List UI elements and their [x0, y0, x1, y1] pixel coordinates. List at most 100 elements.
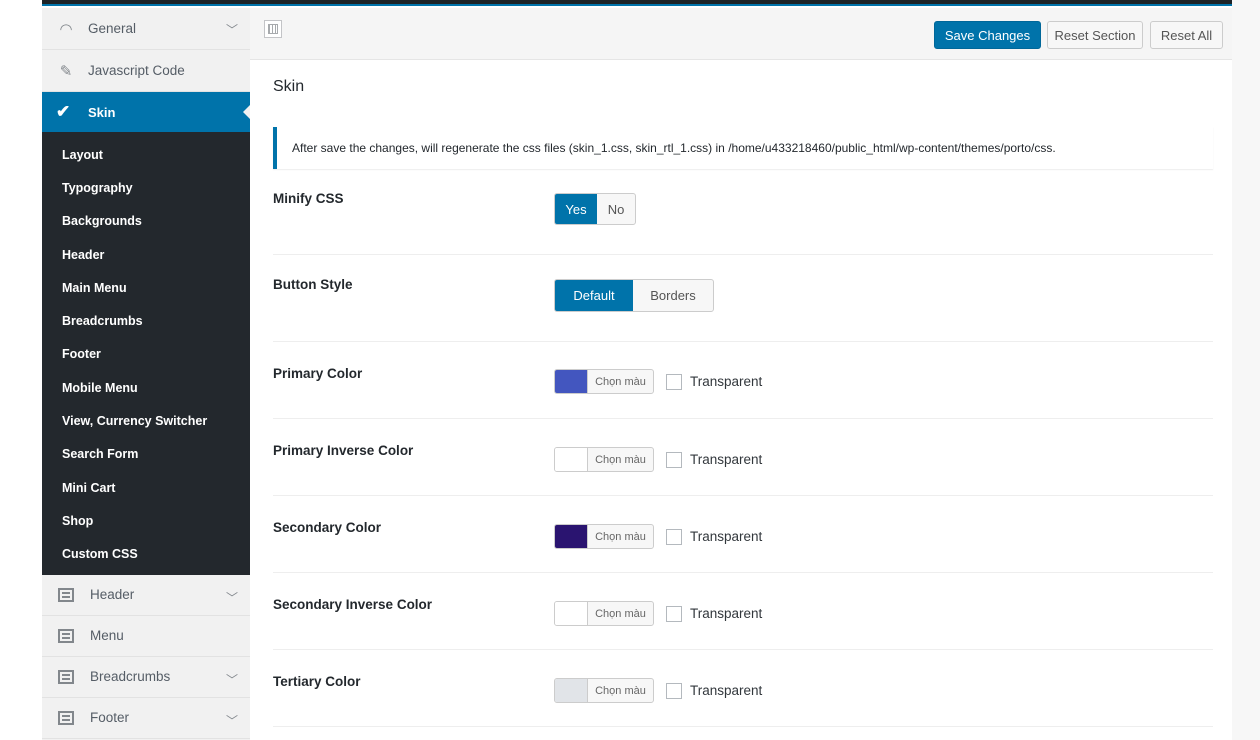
pick-color-label: Chọn màu	[587, 679, 653, 702]
submenu-item-breadcrumbs[interactable]: Breadcrumbs	[42, 304, 250, 337]
color-picker: Chọn màu Transparent	[554, 601, 762, 626]
color-picker: Chọn màu Transparent	[554, 678, 762, 703]
color-picker-button[interactable]: Chọn màu	[554, 601, 654, 626]
color-picker-button[interactable]: Chọn màu	[554, 447, 654, 472]
panel-icon	[58, 587, 74, 602]
color-swatch	[555, 679, 587, 702]
color-picker-button[interactable]: Chọn màu	[554, 524, 654, 549]
submenu-item-shop[interactable]: Shop	[42, 504, 250, 537]
info-notice: After save the changes, will regenerate …	[273, 127, 1213, 169]
submenu-item-layout[interactable]: Layout	[42, 138, 250, 171]
setting-row-tertiary-color: Tertiary Color Chọn màu Transparent	[273, 650, 1213, 727]
submenu-item-backgrounds[interactable]: Backgrounds	[42, 205, 250, 238]
setting-row-secondary-color: Secondary Color Chọn màu Transparent	[273, 496, 1213, 573]
transparent-checkbox[interactable]	[666, 451, 682, 468]
gauge-icon: ◠	[59, 20, 73, 38]
sidebar-item-javascript-code[interactable]: ✎ Javascript Code	[42, 50, 250, 92]
pick-color-label: Chọn màu	[587, 370, 653, 393]
sidebar-item-label: Footer	[90, 710, 130, 726]
transparent-label: Transparent	[690, 683, 763, 698]
submenu-item-footer[interactable]: Footer	[42, 338, 250, 371]
submenu-item-main-menu[interactable]: Main Menu	[42, 271, 250, 304]
left-gutter	[0, 0, 42, 740]
options-sidebar: ◠ General ﹀ ✎ Javascript Code ✔ Skin Lay…	[42, 8, 250, 740]
submenu-item-header[interactable]: Header	[42, 238, 250, 271]
submenu-item-mobile-menu[interactable]: Mobile Menu	[42, 371, 250, 404]
section-title: Skin	[273, 78, 305, 95]
toggle-no-option[interactable]: No	[597, 194, 635, 224]
color-swatch	[555, 448, 587, 471]
admin-top-bar	[42, 0, 1232, 6]
sidebar-item-label: Skin	[88, 104, 116, 120]
right-gutter	[1232, 0, 1260, 740]
chevron-down-icon[interactable]: ﹀	[226, 589, 238, 606]
setting-label: Primary Color	[273, 366, 363, 381]
pick-color-label: Chọn màu	[587, 448, 653, 471]
setting-row-button-style: Button Style Default Borders	[273, 255, 1213, 342]
color-picker: Chọn màu Transparent	[554, 447, 762, 472]
minify-css-toggle: Yes No	[554, 193, 636, 225]
chevron-down-icon[interactable]: ﹀	[226, 712, 238, 729]
sidebar-item-footer[interactable]: Footer ﹀	[42, 698, 250, 739]
button-style-toggle: Default Borders	[554, 279, 714, 312]
reset-section-button[interactable]: Reset Section	[1047, 21, 1143, 49]
panel-icon	[58, 669, 74, 684]
transparent-checkbox[interactable]	[666, 682, 682, 699]
submenu-item-view-currency-switcher[interactable]: View, Currency Switcher	[42, 404, 250, 437]
chevron-down-icon[interactable]: ﹀	[226, 21, 238, 38]
setting-label: Primary Inverse Color	[273, 443, 414, 458]
transparent-label: Transparent	[690, 606, 763, 621]
color-picker-button[interactable]: Chọn màu	[554, 678, 654, 703]
transparent-checkbox[interactable]	[666, 528, 682, 545]
sidebar-item-breadcrumbs[interactable]: Breadcrumbs ﹀	[42, 657, 250, 698]
sidebar-item-label: Header	[90, 587, 135, 603]
pick-color-label: Chọn màu	[587, 525, 653, 548]
panel-icon	[58, 710, 74, 725]
setting-row-secondary-inverse-color: Secondary Inverse Color Chọn màu Transpa…	[273, 573, 1213, 650]
options-main-panel: Save Changes Reset Section Reset All Ski…	[250, 8, 1232, 740]
setting-label: Secondary Inverse Color	[273, 597, 433, 612]
setting-label: Tertiary Color	[273, 674, 361, 689]
color-picker: Chọn màu Transparent	[554, 524, 762, 549]
sidebar-item-general[interactable]: ◠ General ﹀	[42, 8, 250, 50]
sidebar-item-label: Javascript Code	[88, 63, 185, 78]
color-picker-button[interactable]: Chọn màu	[554, 369, 654, 394]
sidebar-item-header[interactable]: Header ﹀	[42, 575, 250, 616]
active-indicator	[243, 105, 250, 119]
setting-label: Secondary Color	[273, 520, 382, 535]
chevron-down-icon[interactable]: ﹀	[226, 671, 238, 688]
setting-label: Minify CSS	[273, 191, 344, 206]
submenu-item-custom-css[interactable]: Custom CSS	[42, 538, 250, 571]
transparent-checkbox[interactable]	[666, 373, 682, 390]
edit-icon: ✎	[59, 62, 73, 80]
submenu-item-search-form[interactable]: Search Form	[42, 438, 250, 471]
options-toolbar: Save Changes Reset Section Reset All	[250, 8, 1232, 60]
color-swatch	[555, 602, 587, 625]
submenu-item-typography[interactable]: Typography	[42, 171, 250, 204]
color-swatch	[555, 370, 587, 393]
setting-row-minify-css: Minify CSS Yes No	[273, 178, 1213, 255]
sidebar-item-menu[interactable]: Menu	[42, 616, 250, 657]
color-swatch	[555, 525, 587, 548]
sidebar-item-label: General	[88, 21, 137, 36]
color-picker: Chọn màu Transparent	[554, 369, 762, 394]
panel-icon	[58, 628, 74, 643]
toggle-borders-option[interactable]: Borders	[633, 280, 713, 311]
brush-icon: ✔	[56, 102, 71, 121]
submenu-item-mini-cart[interactable]: Mini Cart	[42, 471, 250, 504]
setting-row-primary-color: Primary Color Chọn màu Transparent	[273, 342, 1213, 419]
toggle-default-option[interactable]: Default	[555, 280, 633, 311]
save-changes-button[interactable]: Save Changes	[934, 21, 1041, 49]
transparent-label: Transparent	[690, 529, 763, 544]
expand-options-icon[interactable]	[264, 20, 282, 38]
reset-all-button[interactable]: Reset All	[1150, 21, 1223, 49]
sidebar-item-label: Breadcrumbs	[90, 669, 171, 685]
transparent-checkbox[interactable]	[666, 605, 682, 622]
sidebar-item-label: Menu	[90, 628, 124, 644]
transparent-label: Transparent	[690, 452, 763, 467]
setting-label: Button Style	[273, 277, 353, 292]
setting-row-primary-inverse-color: Primary Inverse Color Chọn màu Transpare…	[273, 419, 1213, 496]
pick-color-label: Chọn màu	[587, 602, 653, 625]
sidebar-item-skin[interactable]: ✔ Skin	[42, 92, 250, 132]
toggle-yes-option[interactable]: Yes	[555, 194, 597, 224]
